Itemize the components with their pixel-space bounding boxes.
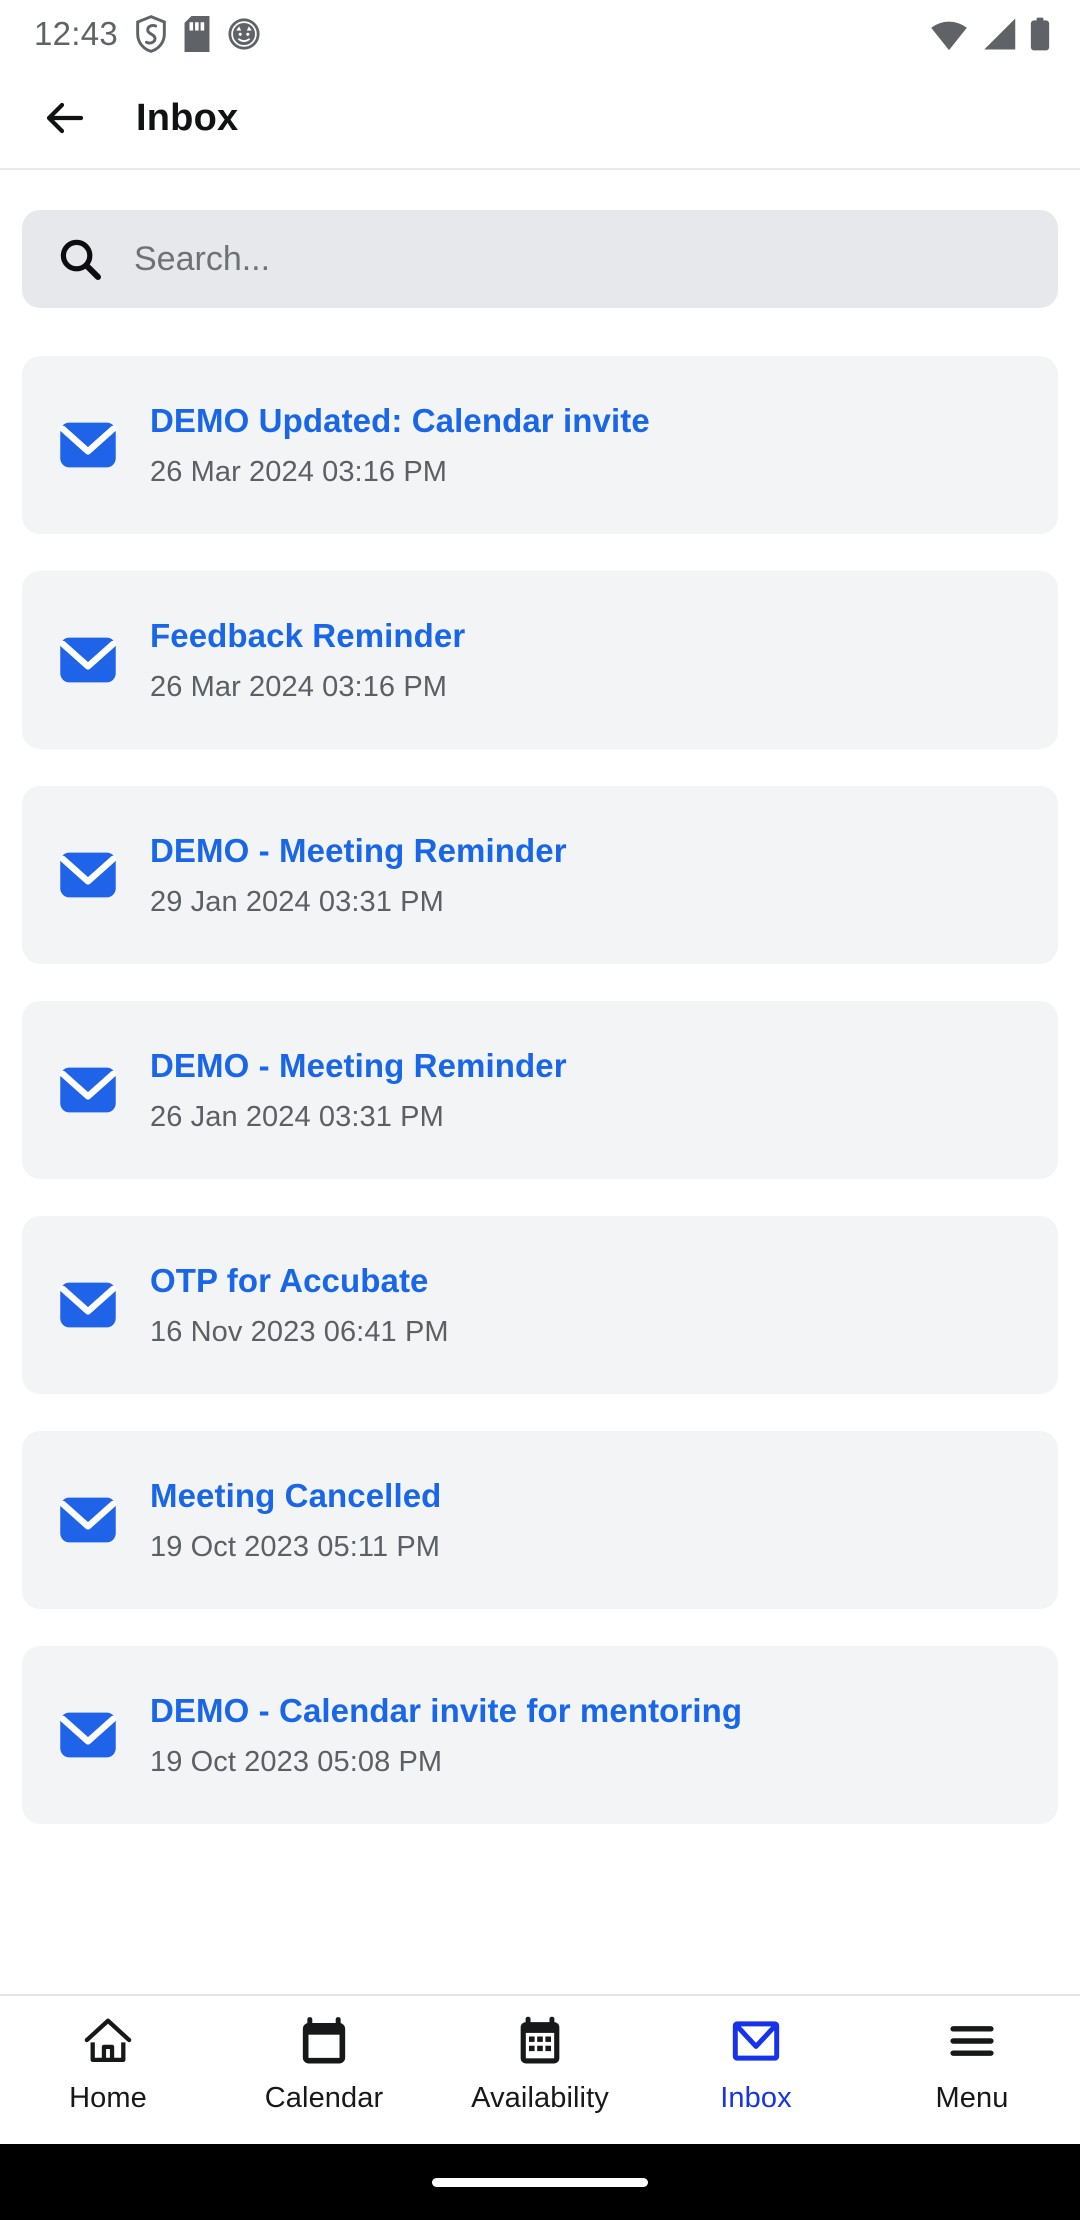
shield-icon xyxy=(136,15,166,53)
inbox-item-date: 16 Nov 2023 06:41 PM xyxy=(150,1315,449,1348)
status-bar-left: 12:43 xyxy=(34,15,261,53)
search-icon xyxy=(60,239,101,280)
arrow-left-icon xyxy=(46,102,84,134)
nav-item-availability[interactable]: Availability xyxy=(432,2014,648,2115)
inbox-scroll-area[interactable]: Search... DEMO Updated: Calendar invite … xyxy=(0,170,1080,1994)
inbox-list-item[interactable]: DEMO - Calendar invite for mentoring 19 … xyxy=(22,1646,1058,1824)
inbox-item-text: DEMO Updated: Calendar invite 26 Mar 202… xyxy=(150,402,650,489)
nav-label-inbox: Inbox xyxy=(720,2082,792,2114)
wifi-icon xyxy=(931,21,967,51)
hamburger-menu-icon xyxy=(950,2026,994,2056)
system-gesture-bar xyxy=(0,2144,1080,2220)
inbox-item-date: 19 Oct 2023 05:08 PM xyxy=(150,1745,443,1778)
nav-label-home: Home xyxy=(69,2082,147,2114)
search-input[interactable]: Search... xyxy=(22,210,1058,308)
inbox-list: DEMO Updated: Calendar invite 26 Mar 202… xyxy=(22,356,1058,1824)
envelope-icon xyxy=(59,1282,117,1328)
nav-label-calendar: Calendar xyxy=(264,2082,384,2114)
envelope-icon xyxy=(59,637,117,683)
battery-icon xyxy=(1030,17,1050,51)
envelope-icon xyxy=(59,1067,117,1113)
inbox-item-subject: Meeting Cancelled xyxy=(150,1476,442,1514)
calendar-grid-icon xyxy=(520,2016,560,2064)
inbox-item-subject: DEMO Updated: Calendar invite xyxy=(150,401,650,439)
page-title: Inbox xyxy=(136,96,239,139)
nav-item-home[interactable]: Home xyxy=(0,2014,216,2115)
inbox-item-subject: DEMO - Meeting Reminder xyxy=(150,831,567,869)
nav-item-calendar[interactable]: Calendar xyxy=(216,2014,432,2115)
inbox-item-date: 29 Jan 2024 03:31 PM xyxy=(150,885,444,918)
inbox-item-text: OTP for Accubate 16 Nov 2023 06:41 PM xyxy=(150,1262,449,1349)
nav-item-menu[interactable]: Menu xyxy=(864,2014,1080,2115)
status-bar-right xyxy=(930,17,1050,51)
inbox-list-item[interactable]: DEMO - Meeting Reminder 29 Jan 2024 03:3… xyxy=(22,786,1058,964)
envelope-icon xyxy=(59,1497,117,1543)
inbox-item-subject: DEMO - Calendar invite for mentoring xyxy=(150,1691,743,1729)
home-icon xyxy=(84,2018,132,2063)
inbox-item-date: 26 Mar 2024 03:16 PM xyxy=(150,670,448,703)
inbox-item-text: DEMO - Meeting Reminder 26 Jan 2024 03:3… xyxy=(150,1047,567,1134)
gesture-handle[interactable] xyxy=(432,2177,648,2187)
sd-card-icon xyxy=(184,16,210,52)
app-header: Inbox xyxy=(0,68,1080,168)
search-placeholder: Search... xyxy=(134,239,271,278)
inbox-item-date: 26 Mar 2024 03:16 PM xyxy=(150,455,448,488)
envelope-icon xyxy=(59,852,117,898)
inbox-screen: 12:43 Inbox Search... DEMO Updated: Cale… xyxy=(0,0,1080,2220)
nav-label-menu: Menu xyxy=(935,2082,1009,2114)
nav-item-inbox[interactable]: Inbox xyxy=(648,2014,864,2115)
inbox-item-text: DEMO - Meeting Reminder 29 Jan 2024 03:3… xyxy=(150,832,567,919)
nav-label-availability: Availability xyxy=(471,2082,609,2114)
envelope-icon xyxy=(59,422,117,468)
inbox-item-subject: Feedback Reminder xyxy=(150,616,466,654)
inbox-list-item[interactable]: DEMO Updated: Calendar invite 26 Mar 202… xyxy=(22,356,1058,534)
inbox-list-item[interactable]: Meeting Cancelled 19 Oct 2023 05:11 PM xyxy=(22,1431,1058,1609)
inbox-item-date: 19 Oct 2023 05:11 PM xyxy=(150,1530,441,1563)
inbox-list-item[interactable]: DEMO - Meeting Reminder 26 Jan 2024 03:3… xyxy=(22,1001,1058,1179)
inbox-list-item[interactable]: Feedback Reminder 26 Mar 2024 03:16 PM xyxy=(22,571,1058,749)
cell-signal-icon xyxy=(984,18,1016,50)
app-circle-icon xyxy=(228,18,260,50)
status-bar: 12:43 xyxy=(0,0,1080,68)
status-clock: 12:43 xyxy=(34,15,119,52)
inbox-item-text: DEMO - Calendar invite for mentoring 19 … xyxy=(150,1692,742,1779)
inbox-item-date: 26 Jan 2024 03:31 PM xyxy=(150,1100,444,1133)
envelope-icon xyxy=(59,1712,117,1758)
bottom-navigation: Home Calendar Availability Inbox Menu xyxy=(0,1996,1080,2144)
envelope-outline-icon xyxy=(732,2021,780,2061)
back-button[interactable] xyxy=(34,87,96,149)
inbox-list-item[interactable]: OTP for Accubate 16 Nov 2023 06:41 PM xyxy=(22,1216,1058,1394)
inbox-item-text: Feedback Reminder 26 Mar 2024 03:16 PM xyxy=(150,617,465,704)
calendar-icon xyxy=(302,2017,346,2064)
inbox-item-text: Meeting Cancelled 19 Oct 2023 05:11 PM xyxy=(150,1477,441,1564)
inbox-item-subject: DEMO - Meeting Reminder xyxy=(150,1046,567,1084)
inbox-item-subject: OTP for Accubate xyxy=(150,1261,429,1299)
